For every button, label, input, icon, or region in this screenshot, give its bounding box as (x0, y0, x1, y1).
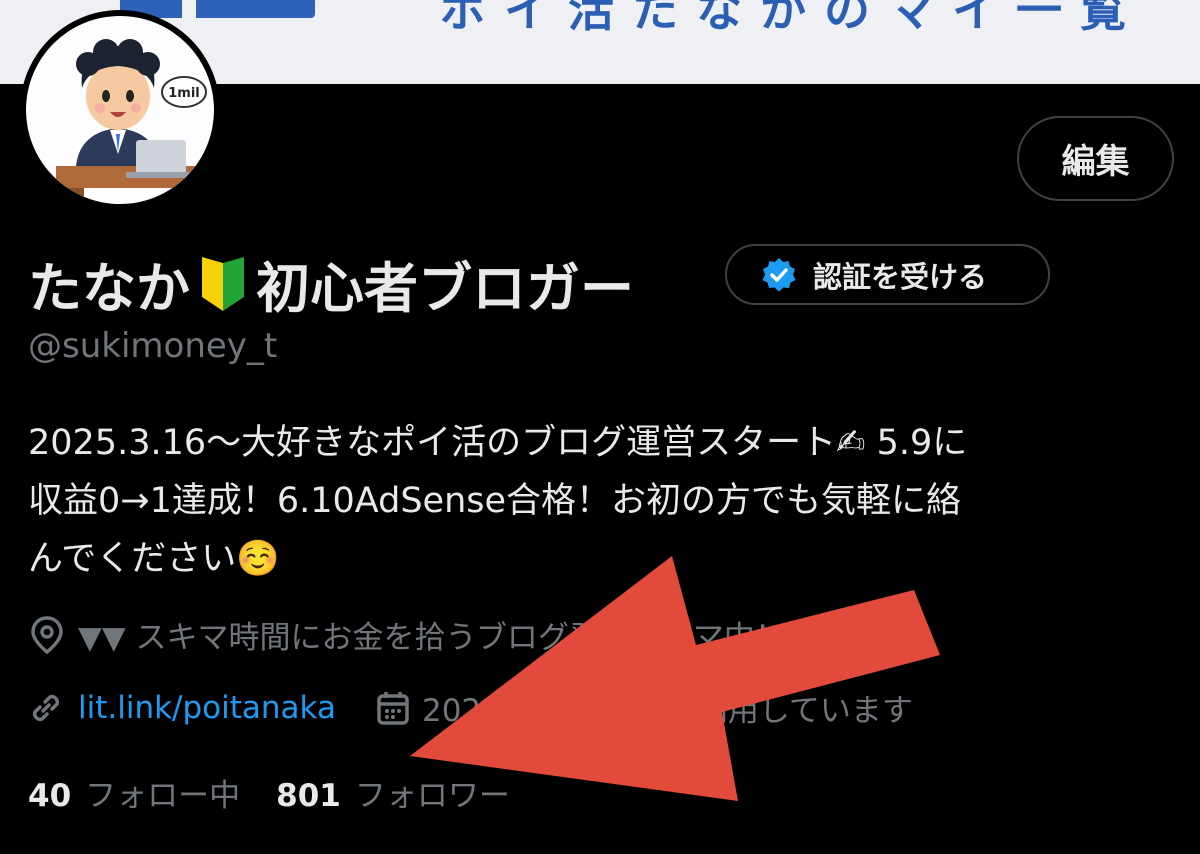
profile-bio: 2025.3.16～大好きなポイ活のブログ運営スタート✍ 5.9に 収益0→1達… (28, 423, 968, 579)
calendar-icon (377, 691, 409, 725)
avatar-image: 1mil (26, 16, 214, 204)
location-pin-icon (31, 615, 63, 654)
edit-profile-button[interactable]: 編集 (1017, 116, 1174, 201)
get-verified-button[interactable]: 認証を受ける (725, 244, 1050, 305)
user-handle: @sukimoney_t (28, 326, 278, 366)
location-text: ▼▼ スキマ時間にお金を拾うブログ発信スキマ中！ ▼▼ (78, 620, 844, 656)
join-date-text: 2025年3月からXを利用しています (421, 693, 913, 729)
display-name-part2: 初心者ブロガー (256, 257, 634, 320)
verified-check-icon (762, 257, 796, 291)
beginner-leaf-icon (202, 256, 244, 311)
profile-link[interactable]: lit.link/poitanaka (78, 690, 336, 726)
follow-stats: 40 フォロー中 801 フォロワー (28, 770, 546, 815)
avatar[interactable]: 1mil (20, 10, 220, 210)
location-row: ▼▼ スキマ時間にお金を拾うブログ発信スキマ中！ ▼▼ (28, 612, 843, 657)
followers-label[interactable]: フォロワー (355, 770, 510, 815)
following-count[interactable]: 40 (28, 778, 71, 814)
display-name: たなか 初心者ブロガー (28, 244, 634, 323)
link-join-row: lit.link/poitanaka 2025年3月からXを利用しています (28, 685, 913, 730)
following-label[interactable]: フォロー中 (85, 770, 240, 815)
display-name-part1: たなか (28, 257, 190, 320)
link-icon (32, 694, 60, 721)
get-verified-label: 認証を受ける (813, 259, 988, 294)
followers-count[interactable]: 801 (276, 778, 341, 814)
banner-text: ポイ活たなかのマイ一覧 (440, 0, 1144, 37)
avatar-badge-text: 1mil (168, 86, 200, 101)
